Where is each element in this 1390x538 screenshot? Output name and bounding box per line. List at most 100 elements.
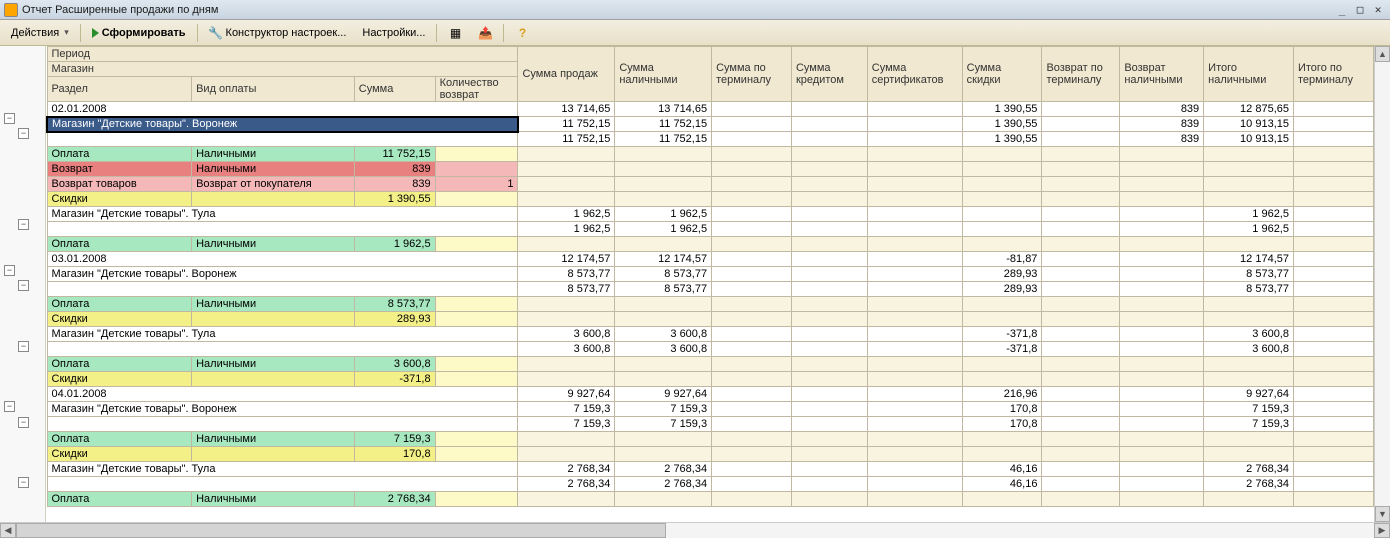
- sum-cell[interactable]: 11 752,15: [354, 147, 435, 162]
- outline-toggle[interactable]: −: [18, 341, 29, 352]
- value-cell[interactable]: [1293, 342, 1373, 357]
- value-cell[interactable]: [1204, 162, 1294, 177]
- value-cell[interactable]: [1293, 417, 1373, 432]
- outline-toggle[interactable]: −: [4, 265, 15, 276]
- value-cell[interactable]: [518, 162, 615, 177]
- value-cell[interactable]: [1042, 432, 1120, 447]
- value-cell[interactable]: 7 159,3: [615, 402, 712, 417]
- value-cell[interactable]: 8 573,77: [615, 282, 712, 297]
- value-cell[interactable]: [1042, 117, 1120, 132]
- value-cell[interactable]: [615, 177, 712, 192]
- value-cell[interactable]: [1120, 312, 1204, 327]
- value-cell[interactable]: [867, 372, 962, 387]
- value-cell[interactable]: [1293, 132, 1373, 147]
- table-row[interactable]: Скидки1 390,55: [47, 192, 1374, 207]
- value-cell[interactable]: [867, 357, 962, 372]
- value-cell[interactable]: 1 962,5: [1204, 207, 1294, 222]
- value-cell[interactable]: [1204, 147, 1294, 162]
- sum-cell[interactable]: 839: [354, 162, 435, 177]
- table-row[interactable]: Магазин "Детские товары". Тула1 962,51 9…: [47, 207, 1374, 222]
- value-cell[interactable]: 1 962,5: [518, 207, 615, 222]
- value-cell[interactable]: [1293, 447, 1373, 462]
- value-cell[interactable]: [615, 432, 712, 447]
- value-cell[interactable]: [867, 102, 962, 117]
- table-row[interactable]: ОплатаНаличными11 752,15: [47, 147, 1374, 162]
- col-cash-sum[interactable]: Сумма наличными: [615, 47, 712, 102]
- col-store[interactable]: Магазин: [47, 62, 518, 77]
- value-cell[interactable]: [1042, 252, 1120, 267]
- value-cell[interactable]: [1120, 267, 1204, 282]
- value-cell[interactable]: [1293, 222, 1373, 237]
- value-cell[interactable]: [962, 372, 1042, 387]
- outline-toggle[interactable]: −: [18, 417, 29, 428]
- value-cell[interactable]: [791, 102, 867, 117]
- value-cell[interactable]: 12 174,57: [615, 252, 712, 267]
- value-cell[interactable]: 2 768,34: [615, 462, 712, 477]
- value-cell[interactable]: [1204, 312, 1294, 327]
- value-cell[interactable]: 2 768,34: [518, 477, 615, 492]
- value-cell[interactable]: [712, 402, 792, 417]
- value-cell[interactable]: [1120, 297, 1204, 312]
- value-cell[interactable]: [1293, 297, 1373, 312]
- maximize-button[interactable]: □: [1352, 3, 1368, 17]
- value-cell[interactable]: [791, 237, 867, 252]
- value-cell[interactable]: 3 600,8: [1204, 342, 1294, 357]
- section-cell[interactable]: Возврат: [47, 162, 192, 177]
- value-cell[interactable]: [1042, 147, 1120, 162]
- table-row[interactable]: 04.01.20089 927,649 927,64216,969 927,64: [47, 387, 1374, 402]
- settings-designer-button[interactable]: 🔧 Конструктор настроек...: [202, 23, 354, 43]
- sum-cell[interactable]: 839: [354, 177, 435, 192]
- value-cell[interactable]: [1293, 432, 1373, 447]
- value-cell[interactable]: [1120, 417, 1204, 432]
- value-cell[interactable]: 11 752,15: [518, 117, 615, 132]
- value-cell[interactable]: [791, 432, 867, 447]
- value-cell[interactable]: [1120, 327, 1204, 342]
- table-row[interactable]: Магазин "Детские товары". Тула3 600,83 6…: [47, 327, 1374, 342]
- value-cell[interactable]: 839: [1120, 132, 1204, 147]
- value-cell[interactable]: [615, 237, 712, 252]
- value-cell[interactable]: [615, 192, 712, 207]
- section-cell[interactable]: Возврат товаров: [47, 177, 192, 192]
- col-return-cash[interactable]: Возврат наличными: [1120, 47, 1204, 102]
- value-cell[interactable]: [1042, 207, 1120, 222]
- value-cell[interactable]: [1293, 117, 1373, 132]
- value-cell[interactable]: [1293, 402, 1373, 417]
- value-cell[interactable]: 7 159,3: [518, 417, 615, 432]
- value-cell[interactable]: [1042, 447, 1120, 462]
- section-cell[interactable]: Скидки: [47, 192, 192, 207]
- value-cell[interactable]: -371,8: [962, 342, 1042, 357]
- value-cell[interactable]: [791, 252, 867, 267]
- store-cell[interactable]: Магазин "Детские товары". Воронеж: [47, 402, 518, 417]
- table-row[interactable]: 02.01.200813 714,6513 714,651 390,558391…: [47, 102, 1374, 117]
- value-cell[interactable]: [712, 162, 792, 177]
- value-cell[interactable]: 46,16: [962, 462, 1042, 477]
- value-cell[interactable]: [615, 297, 712, 312]
- value-cell[interactable]: [791, 447, 867, 462]
- value-cell[interactable]: [1204, 237, 1294, 252]
- table-row[interactable]: ОплатаНаличными8 573,77: [47, 297, 1374, 312]
- value-cell[interactable]: [1293, 267, 1373, 282]
- value-cell[interactable]: 170,8: [962, 417, 1042, 432]
- value-cell[interactable]: [867, 132, 962, 147]
- qty-cell[interactable]: [435, 297, 518, 312]
- value-cell[interactable]: [867, 267, 962, 282]
- value-cell[interactable]: [1042, 132, 1120, 147]
- paytype-cell[interactable]: [192, 447, 355, 462]
- value-cell[interactable]: [867, 297, 962, 312]
- help-button[interactable]: ?: [508, 23, 536, 43]
- table-row[interactable]: Магазин "Детские товары". Воронеж11 752,…: [47, 117, 1374, 132]
- value-cell[interactable]: [615, 147, 712, 162]
- value-cell[interactable]: 1 962,5: [615, 222, 712, 237]
- value-cell[interactable]: [1120, 147, 1204, 162]
- value-cell[interactable]: 7 159,3: [615, 417, 712, 432]
- date-cell[interactable]: 04.01.2008: [47, 387, 518, 402]
- col-sum[interactable]: Сумма: [354, 77, 435, 102]
- value-cell[interactable]: [712, 312, 792, 327]
- value-cell[interactable]: [518, 177, 615, 192]
- value-cell[interactable]: [791, 222, 867, 237]
- value-cell[interactable]: 2 768,34: [1204, 477, 1294, 492]
- generate-button[interactable]: Сформировать: [85, 24, 193, 42]
- sum-cell[interactable]: 1 962,5: [354, 237, 435, 252]
- value-cell[interactable]: [962, 162, 1042, 177]
- value-cell[interactable]: [712, 432, 792, 447]
